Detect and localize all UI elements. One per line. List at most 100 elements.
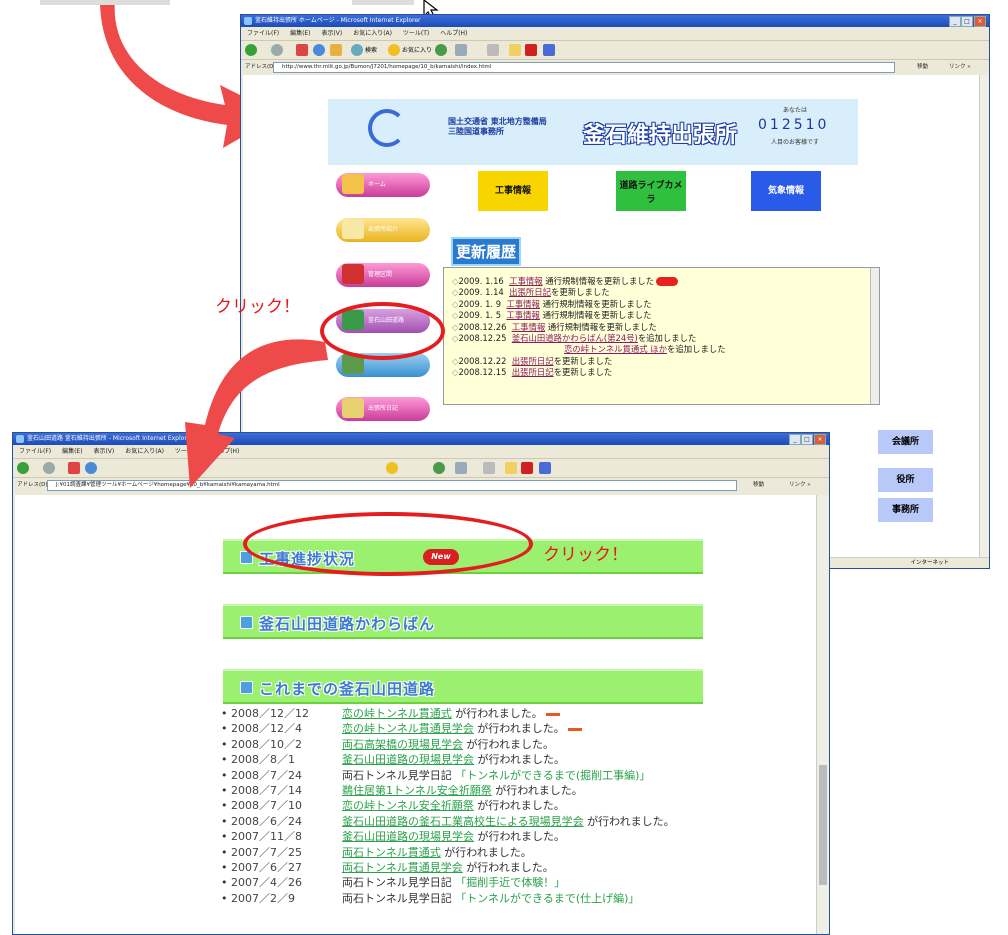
list-item: • 2008／10／2 両石高架橋の現場見学会 が行われました。 (221, 737, 554, 751)
tool-icon[interactable] (539, 462, 551, 474)
search-label[interactable]: 検索 (365, 45, 377, 54)
address-input[interactable]: http://www.thr.mlit.go.jp/Bumon/J7201/ho… (273, 62, 895, 73)
address-label: アドレス(D) (17, 482, 48, 488)
item-quote-link[interactable]: 「掘削手近で体験！」 (455, 876, 565, 889)
update-history-heading: 更新履歴 (451, 237, 522, 266)
search-icon[interactable] (351, 44, 363, 56)
stop-icon[interactable] (296, 44, 308, 56)
list-item: • 2008／7／24 両石トンネル見学日記 「トンネルができるまで(掘削工事編)… (221, 768, 651, 782)
item-link[interactable]: 釜石山田道路の現場見学会 (342, 830, 474, 843)
folder-icon[interactable] (509, 44, 521, 56)
scrollbar-thumb[interactable] (819, 765, 827, 885)
weather-info-button[interactable]: 気象情報 (751, 171, 821, 211)
section-history-label: これまでの釜石山田道路 (259, 680, 436, 698)
right-link-3[interactable]: 事務所 (878, 498, 933, 522)
banner-organization: 国土交通省 東北地方整備局 三陸国道事務所 (448, 117, 547, 136)
links-button[interactable]: リンク » (789, 478, 811, 492)
favorites-icon[interactable] (388, 44, 400, 56)
news-link[interactable]: 恋の峠トンネル貫通式 ほか (564, 344, 667, 354)
right-link-1[interactable]: 会議所 (878, 430, 933, 454)
news-link[interactable]: 釜石山田道路かわらばん(第24号) (512, 333, 638, 343)
favorites-label[interactable]: お気に入り (402, 45, 432, 54)
menu-view[interactable]: 表示(V) (321, 30, 342, 37)
close-button[interactable]: × (814, 434, 826, 445)
item-link[interactable]: 恋の峠トンネル安全祈願祭 (342, 799, 474, 812)
acrobat-icon[interactable] (521, 462, 533, 474)
forward-icon[interactable] (43, 462, 55, 474)
tool-icon[interactable] (543, 44, 555, 56)
news-link[interactable]: 工事情報 (509, 276, 543, 286)
item-link[interactable]: 釜石山田道路の釜石工業高校生による現場見学会 (342, 815, 584, 828)
item-link[interactable]: 釜石山田道路の現場見学会 (342, 753, 474, 766)
item-quote-link[interactable]: 「トンネルができるまで(仕上げ編)」 (455, 892, 639, 905)
back-icon[interactable] (245, 44, 257, 56)
stop-icon[interactable] (68, 462, 80, 474)
item-link[interactable]: 両石トンネル貫通見学会 (342, 861, 463, 874)
mail-icon[interactable] (455, 462, 467, 474)
news-link[interactable]: 出張所日記 (512, 356, 554, 366)
go-button[interactable]: 移動 (753, 478, 764, 492)
maximize-button[interactable]: □ (801, 434, 813, 445)
item-link[interactable]: 両石高架橋の現場見学会 (342, 738, 463, 751)
print-icon[interactable] (487, 44, 499, 56)
vertical-scrollbar[interactable] (979, 75, 989, 568)
news-date: 2008.12.25 (458, 333, 507, 344)
print-icon[interactable] (483, 462, 495, 474)
menu-file[interactable]: ファイル(F) (247, 30, 279, 37)
menu-edit[interactable]: 編集(E) (62, 448, 82, 455)
go-button[interactable]: 移動 (917, 60, 928, 74)
nav-home-label: ホーム (368, 181, 386, 188)
item-link[interactable]: 両石トンネル貫通式 (342, 846, 441, 859)
right-link-2[interactable]: 役所 (878, 468, 933, 492)
news-scrollbar[interactable] (870, 268, 879, 404)
menu-tools[interactable]: ツール(T) (403, 30, 429, 37)
minimize-button[interactable]: _ (949, 16, 961, 27)
news-link[interactable]: 工事情報 (512, 322, 546, 332)
construction-info-button[interactable]: 工事情報 (478, 171, 548, 211)
favorites-icon[interactable] (386, 462, 398, 474)
nav-home[interactable]: ホーム (336, 173, 430, 197)
previous-window-edge-2 (352, 0, 414, 5)
news-text: を追加しました (667, 344, 726, 355)
item-link[interactable]: 鵜住居第1トンネル安全祈願祭 (342, 784, 492, 797)
item-date: 2008／6／24 (231, 814, 302, 828)
news-date: 2009. 1.14 (458, 287, 504, 298)
news-link[interactable]: 工事情報 (506, 299, 540, 309)
news-link[interactable]: 工事情報 (506, 310, 540, 320)
nav-office-diary[interactable]: 出張所日記 (336, 397, 430, 421)
refresh-icon[interactable] (313, 44, 325, 56)
nav-office-intro[interactable]: 出張所紹介 (336, 218, 430, 242)
vertical-scrollbar[interactable] (816, 495, 829, 934)
back-icon[interactable] (17, 462, 29, 474)
menu-help[interactable]: ヘルプ(H) (440, 30, 467, 37)
banner-title: 釜石維持出張所 (583, 123, 738, 148)
mail-icon[interactable] (455, 44, 467, 56)
nav-management-section[interactable]: 管理区間 (336, 263, 430, 287)
maximize-button[interactable]: □ (961, 16, 973, 27)
refresh-icon[interactable] (85, 462, 97, 474)
construction-info-label: 工事情報 (494, 186, 531, 196)
previous-window-edge (40, 0, 170, 5)
close-button[interactable]: × (974, 16, 986, 27)
acrobat-icon[interactable] (525, 44, 537, 56)
news-link[interactable]: 出張所日記 (509, 287, 551, 297)
home-icon[interactable] (330, 44, 342, 56)
folder-icon[interactable] (505, 462, 517, 474)
item-link[interactable]: 恋の峠トンネル貫通見学会 (342, 722, 474, 735)
menu-favorites[interactable]: お気に入り(A) (353, 30, 392, 37)
news-date: 2009. 1. 5 (458, 310, 502, 321)
section-kawaraban[interactable]: 釜石山田道路かわらばん (223, 604, 703, 639)
media-icon[interactable] (435, 44, 447, 56)
menu-file[interactable]: ファイル(F) (19, 448, 51, 455)
item-link[interactable]: 恋の峠トンネル貫通式 (342, 707, 452, 720)
forward-icon[interactable] (271, 44, 283, 56)
road-live-camera-button[interactable]: 道路ライブカメラ (616, 171, 686, 211)
minimize-button[interactable]: _ (789, 434, 801, 445)
item-quote-link[interactable]: 「トンネルができるまで(掘削工事編)」 (455, 769, 650, 782)
item-date: 2007／4／26 (231, 876, 302, 890)
media-icon[interactable] (433, 462, 445, 474)
links-button[interactable]: リンク » (949, 60, 971, 74)
news-link[interactable]: 出張所日記 (512, 367, 554, 377)
menu-view[interactable]: 表示(V) (93, 448, 114, 455)
menu-edit[interactable]: 編集(E) (290, 30, 310, 37)
